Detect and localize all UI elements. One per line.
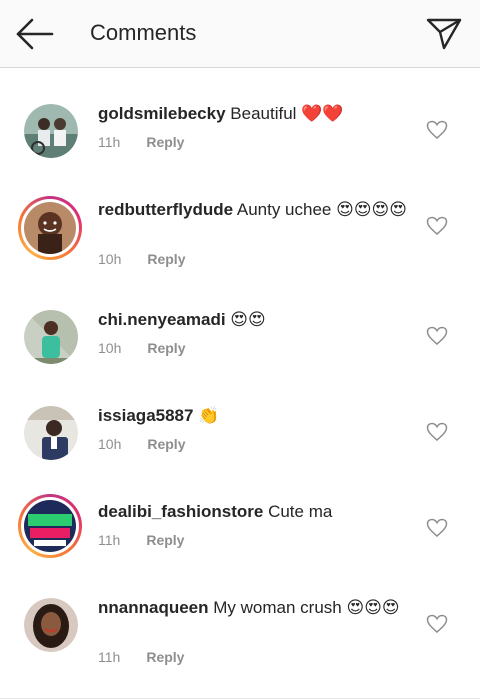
back-button[interactable] bbox=[14, 14, 56, 54]
arrow-left-icon bbox=[16, 18, 54, 50]
avatar[interactable] bbox=[24, 598, 78, 652]
direct-message-button[interactable] bbox=[424, 13, 464, 53]
avatar[interactable] bbox=[24, 104, 78, 158]
like-button[interactable] bbox=[426, 518, 448, 538]
comment-text: Beautiful bbox=[230, 104, 297, 123]
comment-timestamp: 10h bbox=[98, 436, 122, 452]
like-button[interactable] bbox=[426, 120, 448, 140]
comment-username[interactable]: dealibi_fashionstore bbox=[98, 502, 263, 521]
heart-icon bbox=[426, 120, 448, 139]
heart-icon bbox=[426, 422, 448, 441]
comment-emoji: 😍😍😍😍 bbox=[336, 200, 407, 220]
avatar[interactable] bbox=[24, 310, 78, 364]
like-button[interactable] bbox=[426, 614, 448, 634]
heart-icon bbox=[426, 614, 448, 633]
comment-timestamp: 10h bbox=[98, 251, 122, 267]
paper-plane-icon bbox=[426, 18, 462, 50]
comment-username[interactable]: redbutterflydude bbox=[98, 200, 233, 219]
reply-button[interactable]: Reply bbox=[146, 649, 184, 665]
heart-icon bbox=[426, 326, 448, 345]
comment-emoji: 😍😍😍 bbox=[346, 598, 400, 618]
heart-icon bbox=[426, 518, 448, 537]
like-button[interactable] bbox=[426, 216, 448, 236]
comment-text: Aunty uchee bbox=[236, 200, 332, 219]
comment-emoji: 👏 bbox=[198, 406, 220, 426]
comment-username[interactable]: nnannaqueen bbox=[98, 598, 209, 617]
divider bbox=[0, 698, 480, 699]
reply-button[interactable]: Reply bbox=[147, 251, 185, 267]
page-title: Comments bbox=[90, 20, 197, 45]
like-button[interactable] bbox=[426, 422, 448, 442]
comment-text: My woman crush bbox=[213, 598, 342, 617]
comment-timestamp: 11h bbox=[98, 134, 121, 150]
comment-username[interactable]: goldsmilebecky bbox=[98, 104, 226, 123]
reply-button[interactable]: Reply bbox=[147, 340, 185, 356]
avatar[interactable] bbox=[18, 494, 82, 558]
heart-icon bbox=[426, 216, 448, 235]
comment-emoji: ❤️❤️ bbox=[301, 104, 344, 124]
comment-timestamp: 10h bbox=[98, 340, 122, 356]
comment-emoji: 😍😍 bbox=[230, 310, 266, 330]
reply-button[interactable]: Reply bbox=[146, 532, 184, 548]
comment-text: Cute ma bbox=[268, 502, 333, 521]
comment-timestamp: 11h bbox=[98, 649, 121, 665]
reply-button[interactable]: Reply bbox=[146, 134, 184, 150]
like-button[interactable] bbox=[426, 326, 448, 346]
avatar[interactable] bbox=[24, 406, 78, 460]
reply-button[interactable]: Reply bbox=[147, 436, 185, 452]
avatar[interactable] bbox=[18, 196, 82, 260]
comment-username[interactable]: issiaga5887 bbox=[98, 406, 193, 425]
comment-timestamp: 11h bbox=[98, 532, 121, 548]
header-bar: Comments bbox=[0, 0, 480, 68]
store-logo-image bbox=[24, 500, 76, 552]
comment-username[interactable]: chi.nenyeamadi bbox=[98, 310, 226, 329]
